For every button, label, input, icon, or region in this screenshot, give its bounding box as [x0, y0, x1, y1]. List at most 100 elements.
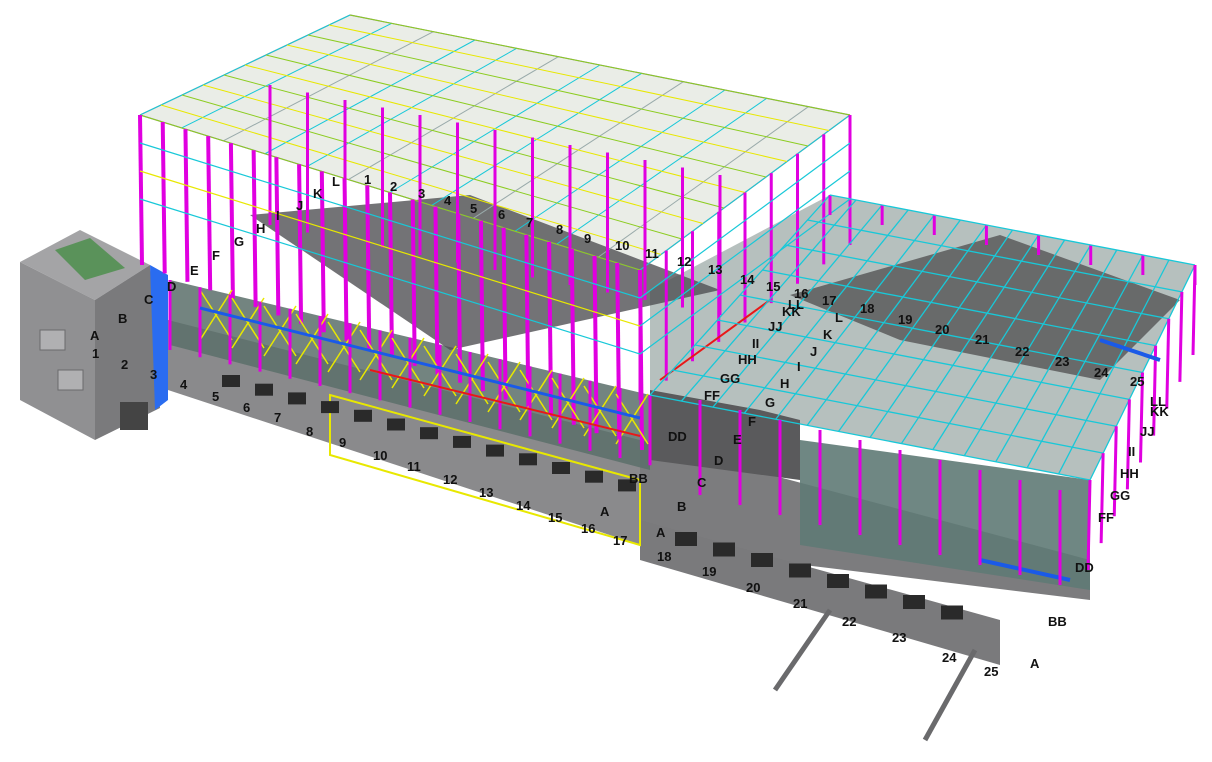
grid-label: 14 [516, 498, 531, 513]
grid-label: 11 [645, 246, 659, 261]
grid-label: DD [668, 429, 687, 444]
grid-label: F [748, 414, 756, 429]
grid-label: 9 [339, 435, 346, 450]
grid-label: 3 [418, 186, 425, 201]
grid-label: E [733, 432, 742, 447]
window [519, 453, 537, 466]
grid-label: KK [782, 304, 801, 319]
window [865, 584, 887, 599]
grid-label: 24 [1094, 365, 1109, 380]
grid-label: 9 [584, 231, 591, 246]
grid-label: I [797, 359, 801, 374]
grid-label: C [697, 475, 707, 490]
grid-label: 18 [860, 301, 874, 316]
window [675, 532, 697, 546]
grid-label: 15 [766, 279, 780, 294]
grid-label: 5 [212, 389, 219, 404]
column [569, 248, 576, 425]
grid-label: 6 [243, 400, 250, 415]
window [288, 392, 306, 405]
grid-label: 4 [180, 377, 188, 392]
grid-label: K [313, 186, 323, 201]
grid-label: HH [738, 352, 757, 367]
grid-label: D [714, 453, 723, 468]
grid-label: 20 [935, 322, 949, 337]
grid-label: 1 [364, 172, 371, 187]
window [321, 401, 339, 414]
grid-label: 16 [581, 521, 595, 536]
grid-label: C [144, 292, 154, 307]
grid-label: JJ [768, 319, 782, 334]
grid-label: 5 [470, 201, 477, 216]
grid-label: A [656, 525, 666, 540]
window [552, 462, 570, 474]
column [501, 227, 508, 400]
grid-label: BB [629, 471, 648, 486]
window [713, 542, 735, 557]
grid-label: 1 [92, 346, 99, 361]
grid-label: 15 [548, 510, 562, 525]
grid-label: F [212, 248, 220, 263]
window [354, 409, 372, 422]
grid-label: 22 [1015, 344, 1029, 359]
grid-label: 20 [746, 580, 760, 595]
grid-label: II [1128, 444, 1135, 459]
grid-label: 19 [898, 312, 912, 327]
grid-label: K [823, 327, 833, 342]
grid-label: HH [1120, 466, 1139, 481]
grid-label: GG [720, 371, 740, 386]
grid-label: 23 [892, 630, 906, 645]
grid-label: I [276, 208, 280, 223]
column [365, 185, 372, 350]
grid-label: 23 [1055, 354, 1069, 369]
grid-label: J [810, 344, 817, 359]
ramp [772, 608, 833, 692]
grid-label: L [332, 174, 340, 189]
grid-label: 13 [708, 262, 722, 277]
grid-label: 24 [942, 650, 957, 665]
grid-label: G [234, 234, 244, 249]
grid-label: 6 [498, 207, 505, 222]
grid-label: 12 [677, 254, 691, 269]
window [789, 563, 811, 578]
grid-label: E [190, 263, 199, 278]
bim-structural-model: A1B2C3D45678910111213141516A17A181920212… [20, 14, 1197, 742]
grid-label: 7 [526, 215, 533, 230]
window [453, 435, 471, 448]
grid-label: 10 [373, 448, 387, 463]
grid-label: H [780, 376, 789, 391]
grid-label: 22 [842, 614, 856, 629]
grid-label: L [835, 310, 843, 325]
grid-label: 17 [613, 533, 627, 548]
column [274, 157, 281, 316]
grid-label: A [1030, 656, 1040, 671]
grid-label: 8 [306, 424, 313, 439]
grid-label: 21 [975, 332, 989, 347]
grid-label: J [296, 198, 303, 213]
grid-label: BB [1048, 614, 1067, 629]
grid-label: 14 [740, 272, 755, 287]
window [751, 553, 773, 567]
grid-label: 25 [984, 664, 998, 679]
grid-label: 10 [615, 238, 629, 253]
window [420, 427, 438, 440]
column [1178, 291, 1184, 382]
column [1086, 479, 1092, 571]
grid-label: 8 [556, 222, 563, 237]
column [1165, 318, 1171, 409]
grid-label: 3 [150, 367, 157, 382]
window [941, 605, 963, 620]
column [410, 199, 417, 366]
window [486, 444, 504, 457]
column [1099, 453, 1105, 544]
column [206, 136, 213, 291]
grid-label: A [90, 328, 100, 343]
grid-label: H [256, 221, 265, 236]
grid-label: A [600, 504, 610, 519]
grid-label: 4 [444, 193, 452, 208]
window [222, 375, 240, 387]
grid-label: G [765, 395, 775, 410]
column [160, 122, 167, 274]
grid-label: LL [1150, 394, 1166, 409]
grid-label: 12 [443, 472, 457, 487]
